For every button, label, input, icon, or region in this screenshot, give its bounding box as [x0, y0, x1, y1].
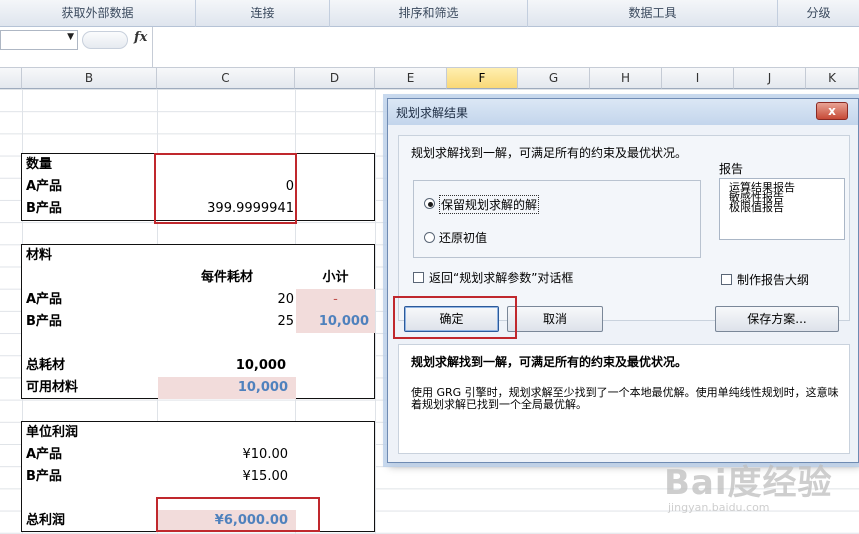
materials-col-subtotal: 小计 — [322, 270, 349, 285]
formula-input[interactable] — [152, 27, 859, 68]
materials-col-per-unit: 每件耗材 — [200, 270, 253, 285]
ribbon-group-data-tools[interactable]: 数据工具 — [528, 0, 778, 27]
solver-results-dialog: 规划求解结果 x 规划求解找到一解，可满足所有的约束及最优状况。 保留规划求解的… — [387, 98, 859, 463]
column-header-i[interactable]: I — [662, 68, 734, 89]
materials-b-per-unit[interactable]: 25 — [158, 311, 294, 333]
keep-solution-label[interactable]: 保留规划求解的解 — [439, 195, 540, 214]
column-header-e[interactable]: E — [375, 68, 447, 89]
ribbon-data-tab: 获取外部数据 连接 排序和筛选 数据工具 分级 — [0, 0, 859, 27]
ribbon-group-connections[interactable]: 连接 — [196, 0, 330, 27]
result-description-text: 使用 GRG 引擎时，规划求解至少找到了一个本地最优解。使用单纯线性规划时，这意… — [411, 386, 839, 411]
column-header-j[interactable]: J — [734, 68, 806, 89]
materials-a-per-unit[interactable]: 20 — [158, 289, 294, 311]
grid-line — [375, 89, 376, 534]
return-to-solver-label[interactable]: 返回“规划求解参数”对话框 — [429, 269, 573, 286]
materials-table: 材料 每件耗材 小计 A产品 20 - B产品 25 10,000 总耗材 10… — [21, 244, 375, 399]
highlight-ok-button — [393, 296, 517, 339]
materials-a-label: A产品 — [26, 292, 63, 307]
materials-total-value[interactable]: 10,000 — [158, 355, 286, 377]
column-header-b[interactable]: B — [22, 68, 157, 89]
result-description: 规划求解找到一解，可满足所有的约束及最优状况。 使用 GRG 引擎时，规划求解至… — [398, 344, 850, 454]
materials-total-label: 总耗材 — [26, 358, 66, 373]
formula-bar-splitter[interactable] — [82, 31, 128, 49]
baidu-jingyan-watermark: Bai度经验 jingyan.baidu.com — [664, 455, 854, 525]
quantity-a-label: A产品 — [26, 179, 63, 194]
close-button[interactable]: x — [816, 102, 848, 120]
materials-header: 材料 — [26, 248, 53, 263]
name-box[interactable]: ▼ — [0, 30, 78, 50]
formula-bar: ▼ fx — [0, 27, 859, 68]
highlight-quantity-cells — [154, 153, 297, 224]
column-header-k[interactable]: K — [806, 68, 859, 89]
insert-function-icon[interactable]: fx — [134, 30, 147, 45]
column-header-f[interactable]: F — [447, 68, 518, 89]
materials-a-subtotal[interactable]: - — [296, 289, 375, 311]
materials-b-subtotal[interactable]: 10,000 — [296, 311, 375, 333]
excel-window: 获取外部数据 连接 排序和筛选 数据工具 分级 ▼ fx B C D E F G… — [0, 0, 859, 534]
profit-b-value[interactable]: ¥15.00 — [158, 466, 289, 488]
quantity-header: 数量 — [26, 157, 53, 172]
ribbon-group-sort-filter[interactable]: 排序和筛选 — [330, 0, 528, 27]
result-description-title: 规划求解找到一解，可满足所有的约束及最优状况。 — [411, 355, 688, 369]
chevron-down-icon[interactable]: ▼ — [67, 32, 74, 42]
restore-values-radio[interactable] — [424, 232, 435, 243]
reports-label: 报告 — [719, 162, 744, 176]
outline-reports-checkbox[interactable] — [721, 274, 732, 285]
ribbon-group-outline[interactable]: 分级 — [778, 0, 859, 27]
report-limits[interactable]: 极限值报告 — [729, 202, 784, 213]
column-header-c[interactable]: C — [157, 68, 295, 89]
column-header-g[interactable]: G — [518, 68, 590, 89]
reports-list[interactable]: 运算结果报告 敏感性报告 极限值报告 — [719, 178, 845, 240]
return-to-solver-checkbox[interactable] — [413, 272, 424, 283]
watermark-logo: Bai度经验 — [664, 463, 833, 503]
keep-solution-radio[interactable] — [424, 198, 435, 209]
highlight-total-profit — [156, 497, 320, 532]
column-header-d[interactable]: D — [295, 68, 375, 89]
dialog-title-bar[interactable]: 规划求解结果 x — [388, 99, 858, 125]
materials-available-label: 可用材料 — [26, 380, 79, 395]
watermark-url: jingyan.baidu.com — [668, 501, 770, 514]
column-header-h[interactable]: H — [590, 68, 662, 89]
quantity-b-label: B产品 — [26, 201, 62, 216]
profit-total-label: 总利润 — [26, 513, 66, 528]
profit-header: 单位利润 — [26, 425, 79, 440]
profit-b-label: B产品 — [26, 469, 62, 484]
solver-message: 规划求解找到一解，可满足所有的约束及最优状况。 — [411, 146, 688, 160]
restore-values-label[interactable]: 还原初值 — [439, 229, 487, 246]
dialog-title: 规划求解结果 — [396, 106, 469, 120]
profit-a-value[interactable]: ¥10.00 — [158, 444, 289, 466]
select-all-corner[interactable] — [0, 68, 22, 89]
outline-reports-label[interactable]: 制作报告大纲 — [737, 271, 809, 288]
materials-b-label: B产品 — [26, 314, 62, 329]
profit-a-label: A产品 — [26, 447, 63, 462]
ribbon-group-get-external-data[interactable]: 获取外部数据 — [0, 0, 196, 27]
save-scenario-button[interactable]: 保存方案... — [715, 306, 839, 332]
dialog-body: 规划求解找到一解，可满足所有的约束及最优状况。 保留规划求解的解 还原初值 报告… — [398, 135, 850, 321]
materials-available-value[interactable]: 10,000 — [158, 377, 296, 399]
cancel-button[interactable]: 取消 — [507, 306, 603, 332]
solution-options: 保留规划求解的解 还原初值 — [413, 180, 701, 258]
